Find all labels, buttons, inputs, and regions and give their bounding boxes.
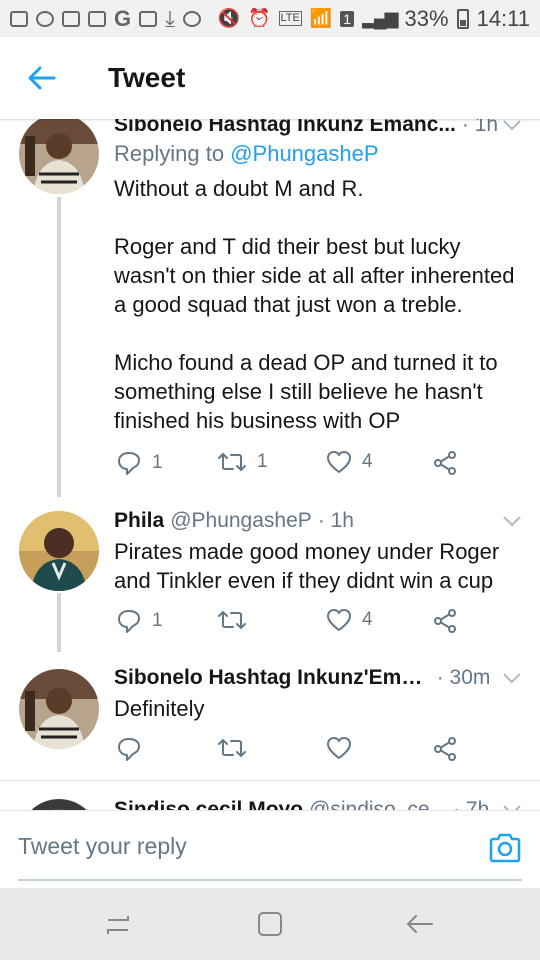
back-icon[interactable] xyxy=(402,906,438,942)
avatar[interactable] xyxy=(19,119,99,194)
reply-count: 1 xyxy=(152,610,163,631)
tweet-text: Definitely xyxy=(114,696,205,721)
reply-icon xyxy=(118,452,140,475)
retweet-icon xyxy=(218,739,246,757)
recents-icon[interactable] xyxy=(100,906,136,942)
tweet[interactable]: Sibonelo Hashtag Inkunz'Ema... · 30m Def… xyxy=(0,652,540,780)
retweet-button[interactable] xyxy=(217,736,257,760)
like-button[interactable]: 4 xyxy=(326,608,373,632)
reply-count: 1 xyxy=(152,452,163,473)
tweet-text: Pirates made good money under Roger and … xyxy=(114,539,500,593)
author-name[interactable]: Sibonelo Hashtag Inkunz'Ema... xyxy=(114,666,425,690)
reply-button[interactable]: 1 xyxy=(116,450,163,476)
chevron-down-icon[interactable] xyxy=(502,515,522,527)
retweet-icon xyxy=(218,453,246,471)
reply-input[interactable]: Tweet your reply xyxy=(18,833,187,860)
mute-icon: 🔇 xyxy=(217,8,241,28)
reply-input-underline xyxy=(18,879,522,881)
share-icon xyxy=(434,737,456,761)
retweet-icon xyxy=(218,611,246,629)
replying-to: Replying to @PhungasheP xyxy=(114,141,379,167)
back-button[interactable] xyxy=(0,37,84,119)
share-button[interactable] xyxy=(432,450,458,476)
system-icons: 🔇 ⏰ LTE 📶 1 ▂▄▆ 33% 14:11 xyxy=(218,6,530,32)
retweet-button[interactable] xyxy=(217,608,257,632)
tweet-time[interactable]: · 7h xyxy=(453,798,489,810)
battery-percent: 33% xyxy=(404,5,449,31)
thread-line xyxy=(57,197,61,497)
signal-icon: ▂▄▆ xyxy=(362,8,398,28)
tweet-actions: 1 4 xyxy=(114,608,474,638)
share-icon xyxy=(434,609,456,633)
author-handle[interactable]: @PhungasheP xyxy=(170,509,312,533)
clock: 14:11 xyxy=(476,5,530,31)
tweet-time[interactable]: · 1h xyxy=(462,119,498,137)
tweet-text: Without a doubt M and R. Roger and T did… xyxy=(114,176,515,433)
reply-button[interactable] xyxy=(116,736,152,762)
retweet-count: 1 xyxy=(257,451,268,472)
conversation-feed[interactable]: Sibonelo Hashtag Inkunz Emanc... · 1h Re… xyxy=(0,119,540,810)
tweet-actions: 1 1 4 xyxy=(114,450,474,480)
image-icon xyxy=(139,10,158,27)
like-icon xyxy=(327,609,351,631)
replying-to-label: Replying to xyxy=(114,141,225,166)
tweet-actions xyxy=(114,736,474,766)
sync-icon xyxy=(182,10,201,27)
download-icon: ⤓ xyxy=(165,5,175,31)
status-bar: G ⤓ 🔇 ⏰ LTE 📶 1 ▂▄▆ 33% 14:11 xyxy=(0,0,540,37)
chevron-down-icon[interactable] xyxy=(502,672,522,684)
avatar[interactable] xyxy=(19,511,99,591)
tweet[interactable]: Sibonelo Hashtag Inkunz Emanc... · 1h Re… xyxy=(0,119,540,497)
tweet-time[interactable]: · 30m xyxy=(437,666,491,690)
author-name[interactable]: Sindiso cecil Moyo xyxy=(114,798,303,810)
author-name[interactable]: Sibonelo Hashtag Inkunz Emanc... xyxy=(114,119,456,137)
gmail-icon xyxy=(62,10,80,27)
thread-line xyxy=(57,593,61,652)
screen: G ⤓ 🔇 ⏰ LTE 📶 1 ▂▄▆ 33% 14:11 Tweet Sibo… xyxy=(0,0,540,960)
tweet[interactable]: Sindiso cecil Moyo @sindiso_ce... · 7h xyxy=(0,781,540,810)
app-header: Tweet xyxy=(0,37,540,119)
tweet[interactable]: Phila @PhungasheP · 1h Pirates made good… xyxy=(0,497,540,652)
tweet-header: Sibonelo Hashtag Inkunz Emanc... · 1h xyxy=(114,119,522,137)
back-arrow-icon xyxy=(28,66,56,90)
reply-icon xyxy=(118,610,140,633)
avatar[interactable] xyxy=(19,799,99,810)
sim-badge: 1 xyxy=(340,10,355,27)
tweet-header: Phila @PhungasheP · 1h xyxy=(114,509,522,533)
reply-button[interactable]: 1 xyxy=(116,608,163,634)
page-title: Tweet xyxy=(108,62,186,93)
notification-icons: G ⤓ xyxy=(10,6,201,32)
tweet-time[interactable]: · 1h xyxy=(318,509,354,533)
wifi-icon: 📶 xyxy=(309,8,333,28)
home-icon[interactable] xyxy=(252,906,288,942)
share-button[interactable] xyxy=(432,736,458,762)
author-name[interactable]: Phila xyxy=(114,509,164,533)
like-icon xyxy=(327,451,351,473)
like-button[interactable] xyxy=(326,736,362,760)
like-count: 4 xyxy=(362,609,373,630)
like-count: 4 xyxy=(362,451,373,472)
battery-icon xyxy=(456,8,469,29)
whatsapp-icon xyxy=(36,10,54,27)
alarm-icon: ⏰ xyxy=(248,8,271,28)
gmail-icon-2 xyxy=(88,10,106,27)
chevron-down-icon[interactable] xyxy=(502,119,522,131)
message-icon xyxy=(10,10,28,27)
tweet-header: Sibonelo Hashtag Inkunz'Ema... · 30m xyxy=(114,666,522,690)
avatar[interactable] xyxy=(19,669,99,749)
camera-icon[interactable] xyxy=(488,833,522,863)
retweet-button[interactable]: 1 xyxy=(217,450,268,474)
system-nav-bar xyxy=(0,888,540,960)
share-icon xyxy=(434,451,456,475)
like-icon xyxy=(327,737,351,759)
reply-bar: Tweet your reply xyxy=(0,810,540,888)
replying-to-handle[interactable]: @PhungasheP xyxy=(230,141,378,166)
like-button[interactable]: 4 xyxy=(326,450,373,474)
share-button[interactable] xyxy=(432,608,458,634)
author-handle[interactable]: @sindiso_ce... xyxy=(309,798,447,810)
tweet-header: Sindiso cecil Moyo @sindiso_ce... · 7h xyxy=(114,798,522,810)
lte-icon: LTE xyxy=(278,11,302,26)
reply-icon xyxy=(118,738,140,761)
google-icon: G xyxy=(114,5,132,31)
